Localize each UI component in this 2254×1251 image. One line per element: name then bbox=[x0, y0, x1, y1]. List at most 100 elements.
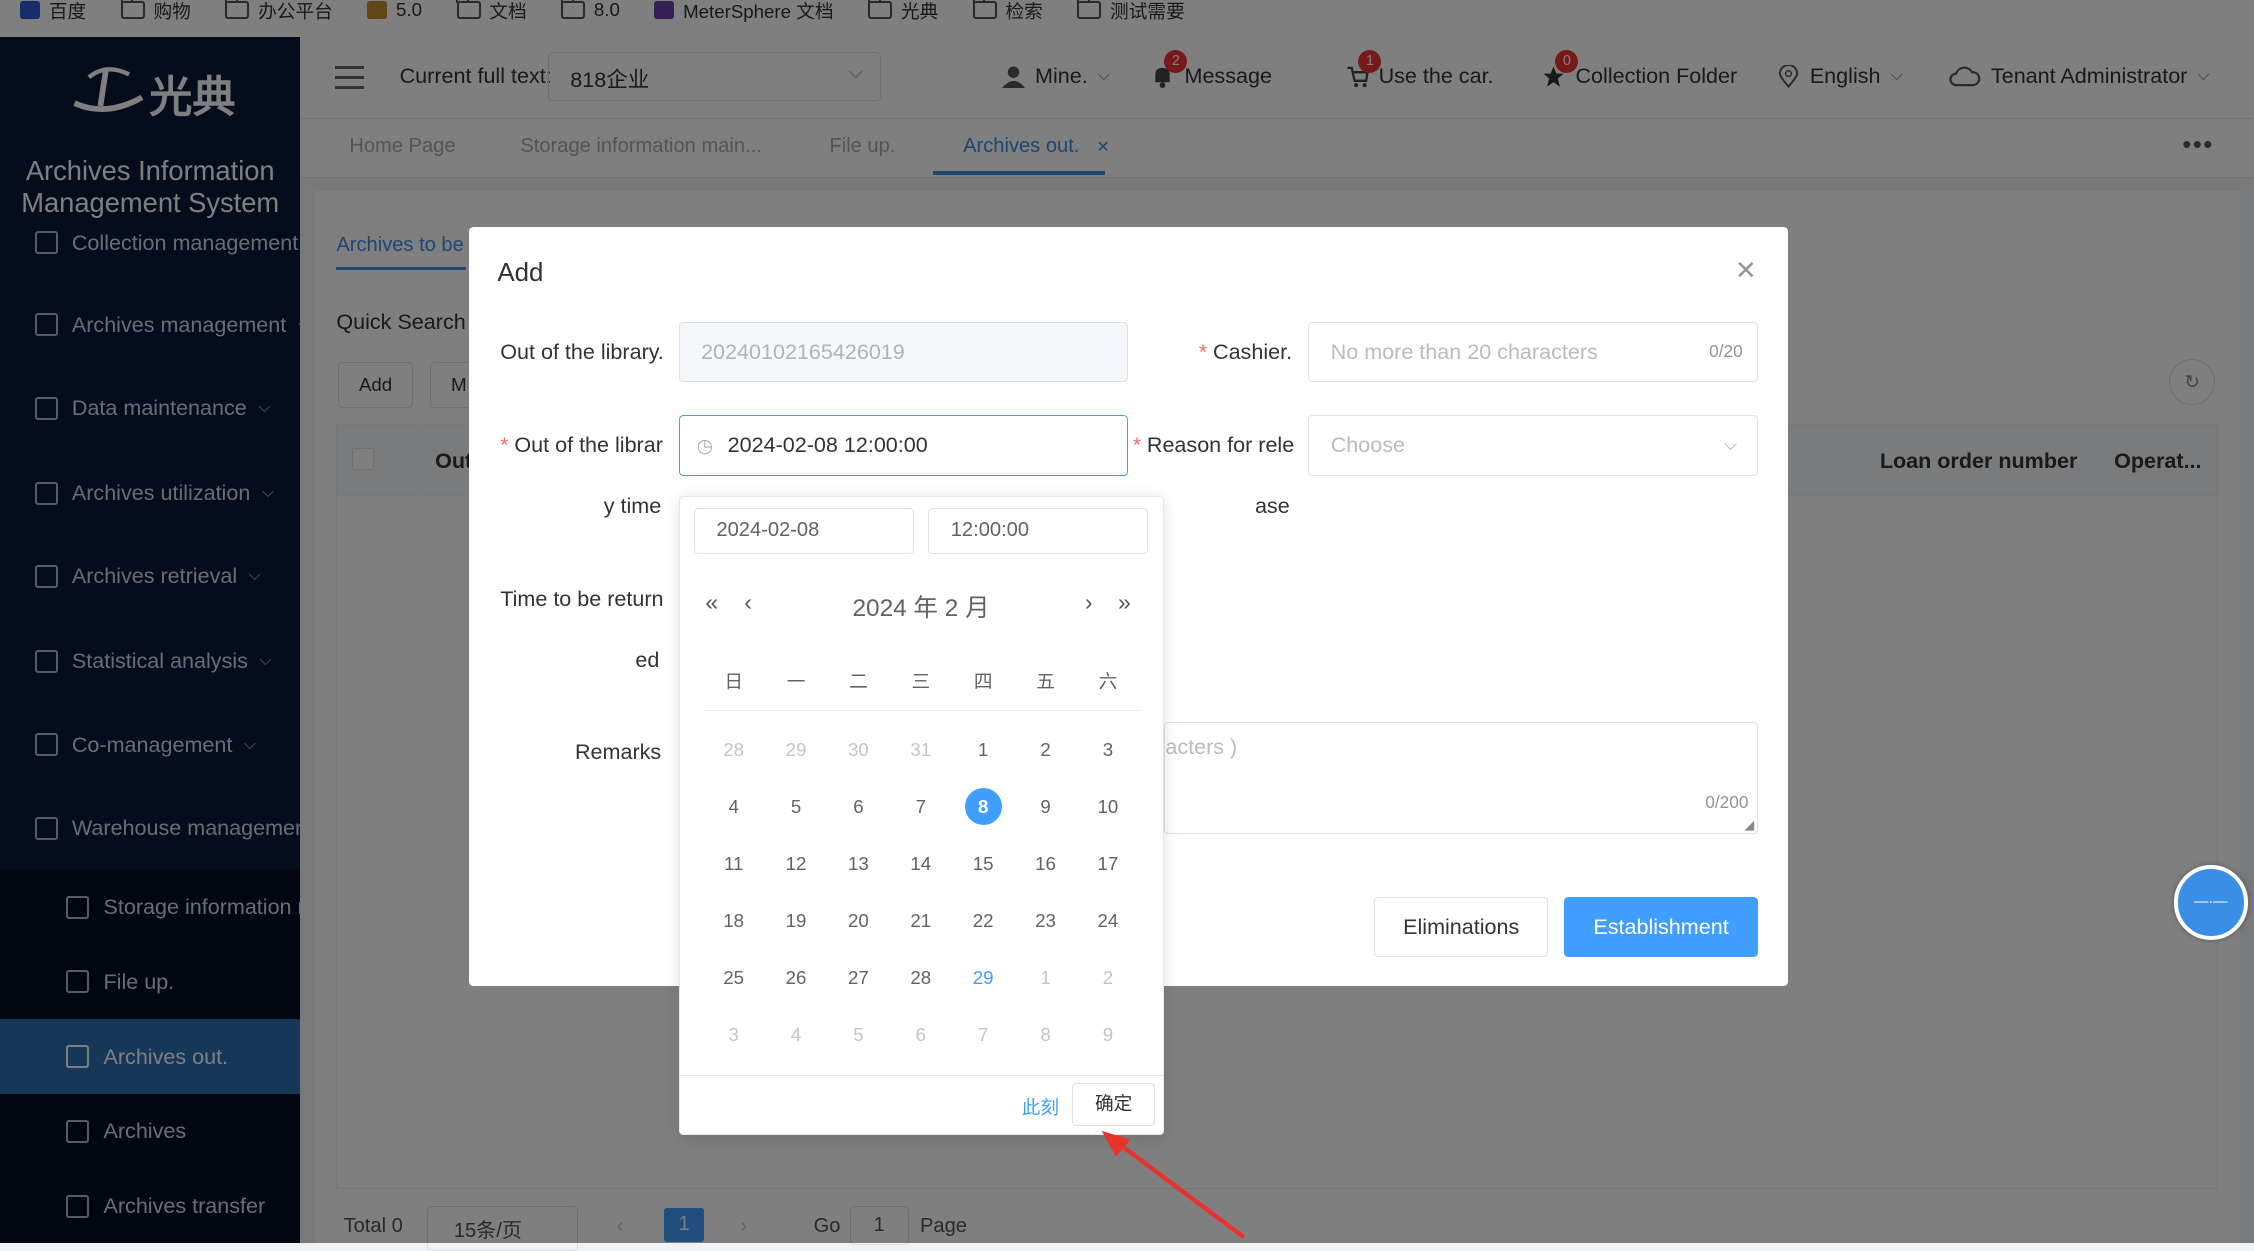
day-cell[interactable]: 4 bbox=[703, 796, 765, 818]
day-cell[interactable]: 1 bbox=[952, 739, 1014, 761]
today-cell[interactable]: 29 bbox=[952, 967, 1014, 989]
day-cell[interactable]: 29 bbox=[765, 739, 827, 761]
day-cell[interactable]: 13 bbox=[827, 853, 889, 875]
day-number: 23 bbox=[1035, 909, 1056, 931]
day-cell[interactable]: 18 bbox=[703, 910, 765, 932]
day-cell[interactable]: 7 bbox=[890, 796, 952, 818]
day-cell[interactable]: 5 bbox=[827, 1024, 889, 1046]
floating-ball-icon: —·— bbox=[2194, 894, 2228, 911]
day-cell[interactable]: 11 bbox=[703, 853, 765, 875]
return-time-label: Time to be return bbox=[500, 586, 664, 612]
weekday-label: 六 bbox=[1098, 670, 1118, 692]
day-number: 31 bbox=[910, 738, 932, 760]
picker-time-input[interactable]: 12:00:00 bbox=[928, 508, 1149, 555]
datetime-picker: 2024-02-08 12:00:00 2024 年 2 月 « ‹ › » 日… bbox=[678, 495, 1164, 1135]
day-cell[interactable]: 6 bbox=[827, 796, 889, 818]
picker-date-input[interactable]: 2024-02-08 bbox=[693, 508, 914, 555]
day-cell[interactable]: 16 bbox=[1014, 853, 1076, 875]
day-cell[interactable]: 20 bbox=[827, 910, 889, 932]
day-number: 15 bbox=[972, 852, 994, 874]
day-cell[interactable]: 1 bbox=[1014, 967, 1076, 989]
selected-day-cell[interactable]: 8 bbox=[952, 788, 1014, 826]
day-cell[interactable]: 26 bbox=[765, 967, 827, 989]
remarks-placeholder: acters ) bbox=[1165, 734, 1238, 760]
establishment-button[interactable]: Establishment bbox=[1564, 897, 1759, 958]
cashier-label: * Cashier. bbox=[1198, 339, 1293, 364]
close-icon[interactable]: ✕ bbox=[1735, 256, 1757, 286]
day-cell[interactable]: 24 bbox=[1077, 910, 1139, 932]
day-cell[interactable]: 10 bbox=[1077, 796, 1139, 818]
day-cell[interactable]: 15 bbox=[952, 853, 1014, 875]
day-number: 14 bbox=[910, 852, 932, 874]
day-cell[interactable]: 28 bbox=[703, 739, 765, 761]
day-cell[interactable]: 12 bbox=[765, 853, 827, 875]
day-cell[interactable]: 27 bbox=[827, 967, 889, 989]
clock-icon: ◷ bbox=[696, 435, 714, 457]
day-number: 18 bbox=[723, 909, 745, 931]
weekday-label: 三 bbox=[911, 670, 931, 692]
day-cell[interactable]: 17 bbox=[1077, 853, 1139, 875]
day-number: 24 bbox=[1097, 909, 1119, 931]
cashier-input[interactable]: No more than 20 characters 0/20 bbox=[1308, 322, 1759, 383]
day-cell[interactable]: 22 bbox=[952, 910, 1014, 932]
day-number: 12 bbox=[785, 852, 807, 874]
prev-month-icon[interactable]: ‹ bbox=[744, 589, 752, 616]
day-cell[interactable]: 19 bbox=[765, 910, 827, 932]
day-number: 16 bbox=[1035, 852, 1056, 874]
weekday-label: 五 bbox=[1036, 670, 1055, 692]
day-cell[interactable]: 3 bbox=[703, 1024, 765, 1046]
day-number: 8 bbox=[1040, 1024, 1051, 1046]
day-number: 10 bbox=[1097, 795, 1119, 817]
day-cell[interactable]: 6 bbox=[890, 1024, 952, 1046]
reason-placeholder: Choose bbox=[1330, 432, 1405, 458]
day-cell[interactable]: 28 bbox=[890, 967, 952, 989]
day-cell[interactable]: 2 bbox=[1014, 739, 1076, 761]
day-cell[interactable]: 14 bbox=[890, 853, 952, 875]
next-year-icon[interactable]: » bbox=[1118, 589, 1131, 616]
weekday-label: 一 bbox=[786, 670, 806, 692]
cashier-count: 0/20 bbox=[1709, 341, 1743, 361]
weekday-divider bbox=[702, 709, 1140, 712]
day-number: 2 bbox=[1040, 738, 1051, 760]
day-number: 7 bbox=[915, 795, 926, 817]
return-time-label-cont: ed bbox=[635, 646, 660, 672]
day-cell[interactable]: 9 bbox=[1014, 796, 1076, 818]
remarks-textarea[interactable]: acters ) 0/200 ◢ bbox=[1164, 721, 1759, 834]
out-time-input[interactable]: ◷ 2024-02-08 12:00:00 bbox=[678, 415, 1129, 476]
out-time-label-text: Out of the librar bbox=[514, 432, 663, 458]
out-number-input[interactable]: 20240102165426019 bbox=[678, 322, 1129, 383]
day-cell[interactable]: 21 bbox=[890, 910, 952, 932]
cashier-label-text: Cashier. bbox=[1213, 339, 1293, 364]
day-cell[interactable]: 9 bbox=[1077, 1024, 1139, 1046]
day-number: 5 bbox=[853, 1024, 864, 1046]
out-time-label: * Out of the librar bbox=[500, 432, 663, 458]
day-number: 4 bbox=[790, 1024, 802, 1046]
day-cell[interactable]: 2 bbox=[1077, 967, 1139, 989]
weekday-label: 四 bbox=[973, 670, 993, 692]
out-time-label-cont: y time bbox=[603, 492, 662, 518]
day-cell[interactable]: 7 bbox=[952, 1024, 1014, 1046]
next-month-icon[interactable]: › bbox=[1085, 589, 1093, 616]
resize-handle-icon[interactable]: ◢ bbox=[1744, 817, 1754, 833]
day-cell[interactable]: 5 bbox=[765, 796, 827, 818]
eliminations-button[interactable]: Eliminations bbox=[1374, 897, 1549, 958]
prev-year-icon[interactable]: « bbox=[705, 589, 718, 616]
day-number: 9 bbox=[1102, 1024, 1114, 1046]
day-cell[interactable]: 3 bbox=[1077, 739, 1139, 761]
calendar-week-row: 28 29 30 31 1 2 3 bbox=[703, 721, 1140, 778]
day-cell[interactable]: 23 bbox=[1014, 910, 1076, 932]
day-cell[interactable]: 8 bbox=[1014, 1024, 1076, 1046]
day-cell[interactable]: 30 bbox=[827, 739, 889, 761]
day-number: 19 bbox=[785, 909, 807, 931]
day-number: 1 bbox=[1040, 966, 1051, 988]
floating-assistant-button[interactable]: —·— bbox=[2173, 865, 2249, 941]
day-cell[interactable]: 25 bbox=[703, 967, 765, 989]
picker-ok-button[interactable]: 确定 bbox=[1071, 1083, 1156, 1127]
weekday-label: 日 bbox=[724, 670, 744, 692]
day-cell[interactable]: 31 bbox=[890, 739, 952, 761]
day-cell[interactable]: 4 bbox=[765, 1024, 827, 1046]
reason-select[interactable]: Choose ⌵ bbox=[1308, 415, 1759, 476]
calendar-week-row: 4 5 6 7 8 9 10 bbox=[703, 778, 1140, 835]
calendar-week-row: 25 26 27 28 29 1 2 bbox=[703, 949, 1140, 1006]
picker-now-button[interactable]: 此刻 bbox=[1022, 1093, 1059, 1120]
